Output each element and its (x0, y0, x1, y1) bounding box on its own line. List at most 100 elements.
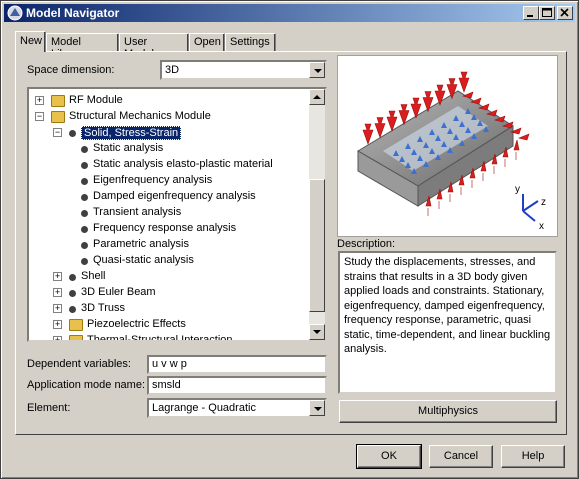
tree-item[interactable]: +3D Euler Beam (29, 285, 309, 301)
scroll-down-button[interactable] (309, 324, 325, 340)
minimize-icon (527, 15, 533, 17)
axes-triad-icon: y z x (515, 184, 546, 232)
dependent-variables-field[interactable]: u v w p (147, 355, 327, 374)
expand-icon[interactable]: + (35, 96, 44, 105)
axis-x-label: x (539, 221, 544, 232)
expand-icon[interactable]: + (53, 320, 62, 329)
tab-open[interactable]: Open (189, 33, 225, 51)
tab-settings[interactable]: Settings (225, 33, 276, 51)
app-logo-icon (7, 5, 23, 21)
tree-item-label: Shell (81, 270, 106, 282)
tree-item-label: 3D Euler Beam (81, 286, 156, 298)
folder-icon (69, 335, 83, 340)
force-arrow (374, 117, 386, 139)
tree-item-label: 3D Truss (81, 302, 126, 314)
tree-item[interactable]: + Thermal-Structural Interaction (29, 333, 309, 342)
tree-item-label: Static analysis (93, 142, 164, 154)
tree-item-label: Transient analysis (93, 206, 182, 218)
bullet-icon (81, 146, 88, 153)
tab-model-library[interactable]: Model Library (46, 33, 119, 60)
tab-user-models[interactable]: User Models (119, 33, 189, 60)
arrow-up-icon (313, 95, 321, 99)
space-dimension-value: 3D (165, 64, 180, 76)
model-navigator-window: Model Navigator New Model Library User M… (0, 0, 579, 479)
axis-z-label: z (541, 197, 546, 208)
tree-item[interactable]: Frequency response analysis (29, 221, 309, 237)
help-button[interactable]: Help (501, 445, 565, 468)
tree-scrollbar[interactable] (309, 89, 325, 340)
tree-item-label: Thermal-Structural Interaction (87, 334, 233, 342)
force-arrow (458, 71, 470, 93)
maximize-icon (542, 8, 552, 17)
tree-item[interactable]: − Structural Mechanics Module (29, 109, 309, 125)
chevron-down-icon[interactable] (309, 62, 325, 78)
bullet-icon (69, 306, 76, 313)
description-text: Study the displacements, stresses, and s… (338, 251, 557, 394)
element-select[interactable]: Lagrange - Quadratic (147, 398, 327, 418)
tree-item-label: Structural Mechanics Module (69, 110, 211, 122)
bullet-icon (81, 242, 88, 249)
model-preview-image: y z x (337, 55, 558, 237)
bullet-icon (81, 178, 88, 185)
force-arrow (362, 123, 374, 145)
collapse-icon[interactable]: − (35, 112, 44, 121)
model-tree[interactable]: + RF Module − Structural Mechanics Module − S… (27, 87, 327, 342)
tree-item[interactable]: + Piezoelectric Effects (29, 317, 309, 333)
tree-item-label: RF Module (69, 94, 123, 106)
collapse-icon[interactable]: − (53, 128, 62, 137)
tree-item[interactable]: Damped eigenfrequency analysis (29, 189, 309, 205)
tree-item-label: Solid, Stress-Strain (81, 126, 182, 140)
arrow-down-icon (313, 330, 321, 334)
bullet-icon (81, 194, 88, 201)
bullet-icon (69, 290, 76, 297)
tree-item-label: Frequency response analysis (93, 222, 237, 234)
tree-item-label: Damped eigenfrequency analysis (93, 190, 256, 202)
tree-item[interactable]: − Solid, Stress-Strain (29, 125, 309, 141)
window-title: Model Navigator (26, 6, 120, 20)
axis-y-label: y (515, 184, 520, 195)
tree-item-label: Quasi-static analysis (93, 254, 194, 266)
expand-icon[interactable]: + (53, 288, 62, 297)
tree-item[interactable]: Parametric analysis (29, 237, 309, 253)
dependent-variables-label: Dependent variables: (27, 358, 131, 370)
minimize-button[interactable] (523, 6, 539, 20)
maximize-button[interactable] (539, 6, 555, 20)
close-icon (560, 8, 569, 17)
ok-button[interactable]: OK (356, 444, 422, 469)
scroll-up-button[interactable] (309, 89, 325, 105)
tree-item[interactable]: +3D Truss (29, 301, 309, 317)
chevron-down-icon[interactable] (309, 400, 325, 416)
element-label: Element: (27, 402, 71, 414)
tree-item[interactable]: Transient analysis (29, 205, 309, 221)
expand-icon[interactable]: + (53, 304, 62, 313)
tree-item[interactable]: Quasi-static analysis (29, 253, 309, 269)
folder-icon (51, 95, 65, 107)
tree-item[interactable]: Eigenfrequency analysis (29, 173, 309, 189)
description-label: Description: (337, 238, 396, 250)
bullet-icon (69, 274, 76, 281)
application-mode-name-field[interactable]: smsld (147, 376, 327, 395)
folder-icon (69, 319, 83, 331)
tree-item[interactable]: Static analysis elasto-plastic material (29, 157, 309, 173)
tree-item[interactable]: + Shell (29, 269, 309, 285)
bullet-icon (81, 226, 88, 233)
bullet-icon (81, 162, 88, 169)
folder-icon (51, 111, 65, 123)
expand-icon[interactable]: + (53, 272, 62, 281)
force-arrow (513, 139, 520, 160)
tree-item[interactable]: + RF Module (29, 93, 309, 109)
scroll-thumb[interactable] (309, 179, 325, 312)
bullet-icon (81, 258, 88, 265)
tree-item-label: Parametric analysis (93, 238, 189, 250)
bullet-icon (81, 210, 88, 217)
close-button[interactable] (557, 6, 573, 20)
cancel-button[interactable]: Cancel (429, 445, 493, 468)
tab-new[interactable]: New (15, 31, 46, 52)
bullet-icon (69, 130, 76, 137)
tree-item[interactable]: Static analysis (29, 141, 309, 157)
expand-icon[interactable]: + (53, 336, 62, 340)
tree-item-label: Piezoelectric Effects (87, 318, 186, 330)
space-dimension-select[interactable]: 3D (160, 60, 327, 80)
multiphysics-button[interactable]: Multiphysics (339, 400, 557, 423)
tree-item-label: Eigenfrequency analysis (93, 174, 213, 186)
